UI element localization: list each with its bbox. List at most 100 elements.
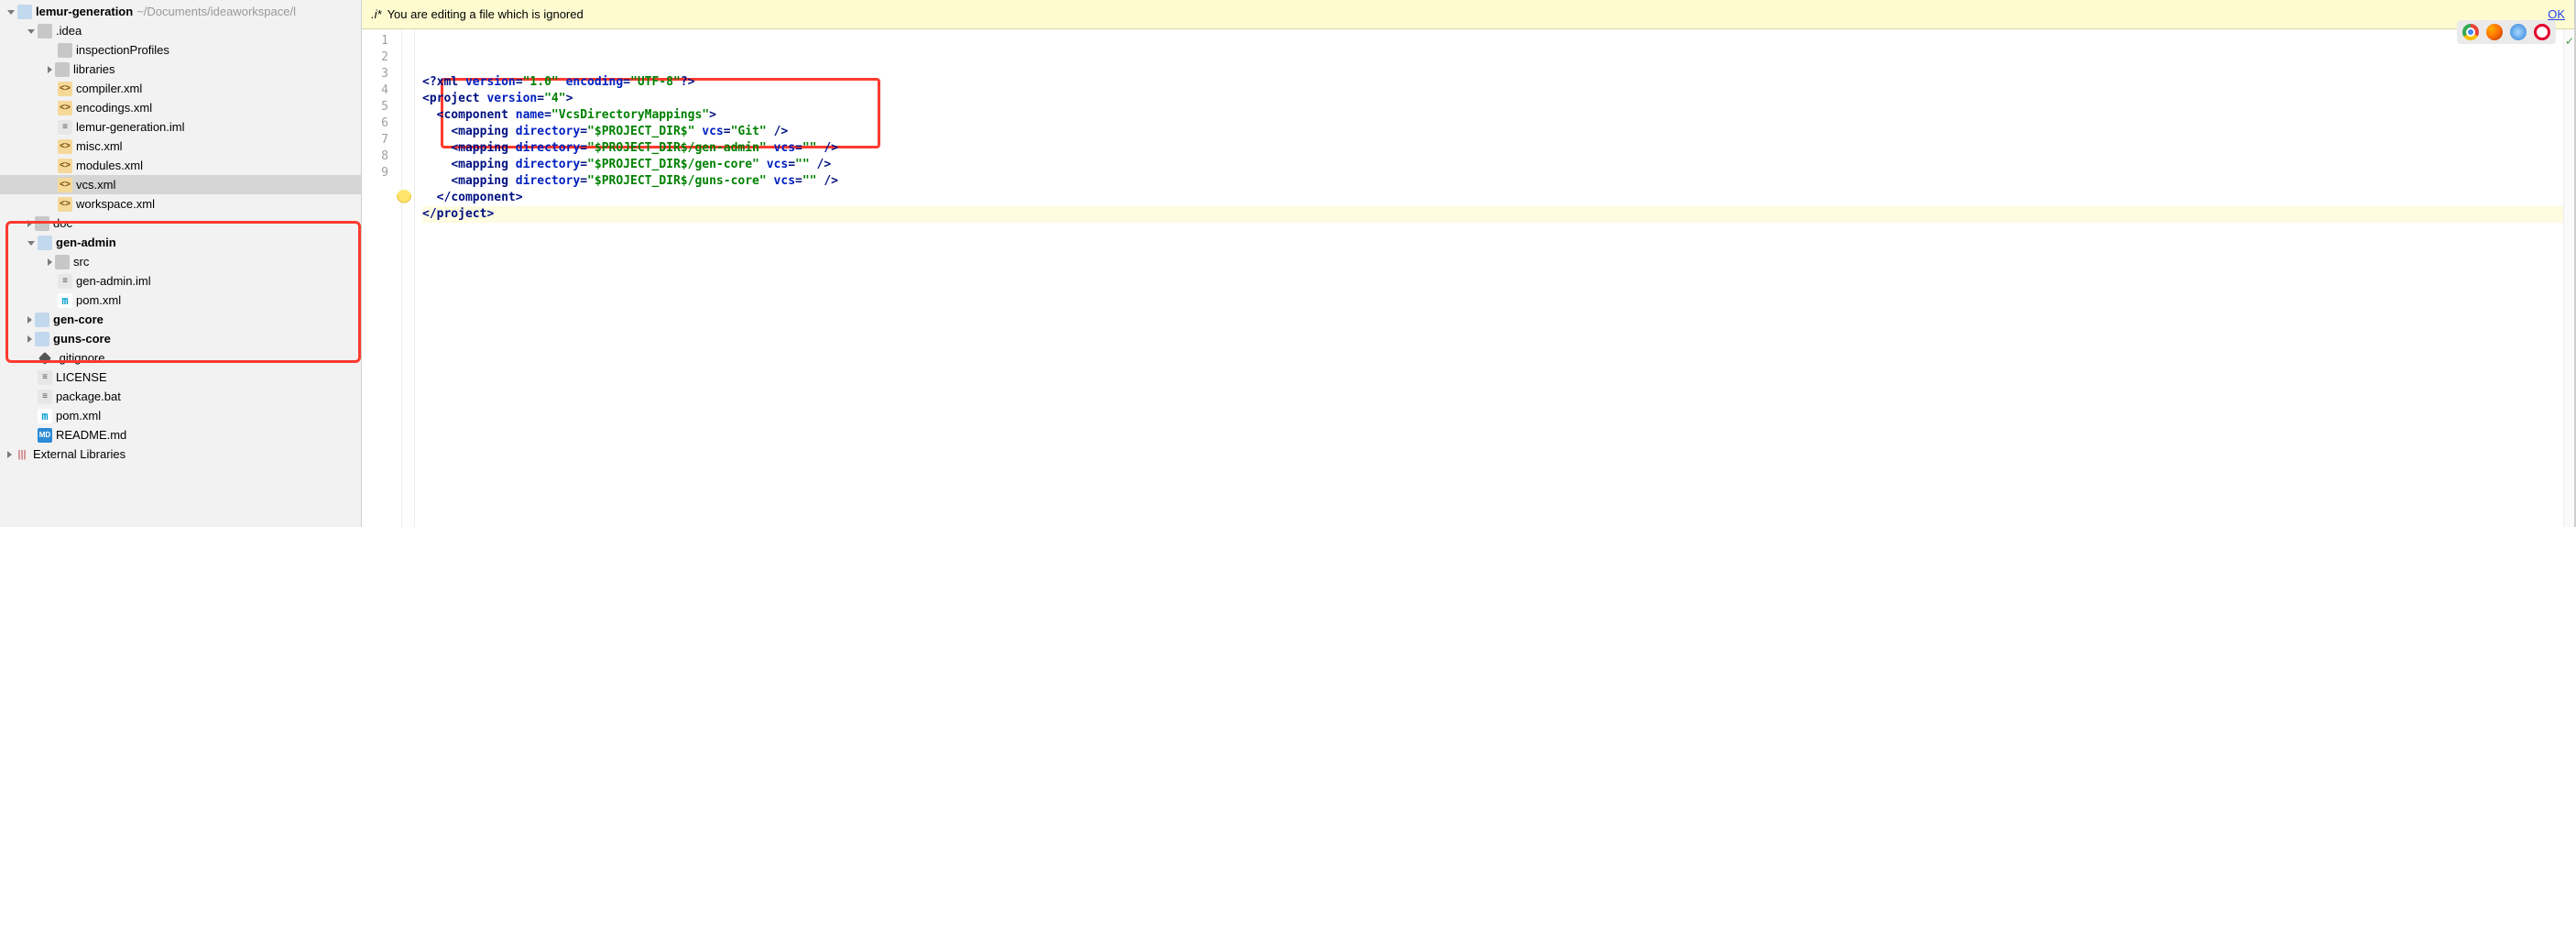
diamond-icon [38, 351, 51, 364]
banner-message: You are editing a file which is ignored [387, 7, 584, 21]
code-text[interactable]: <?xml version="1.0" encoding="UTF-8"?><p… [415, 29, 2563, 527]
disclosure-arrow[interactable] [48, 258, 52, 266]
code-line[interactable]: </project> [422, 206, 2563, 223]
tree-item-readme-md[interactable]: MDREADME.md [0, 425, 361, 445]
code-line[interactable]: </component> [422, 190, 2563, 206]
tree-item-src[interactable]: src [0, 252, 361, 271]
disclosure-arrow [27, 432, 35, 439]
chrome-icon[interactable] [2462, 24, 2479, 40]
tree-item--gitignore[interactable]: .gitignore [0, 348, 361, 368]
tree-item-label: compiler.xml [76, 82, 142, 95]
tree-item-guns-core[interactable]: guns-core [0, 329, 361, 348]
tree-item-gen-admin-iml[interactable]: ≡gen-admin.iml [0, 271, 361, 291]
line-number: 1 [362, 33, 401, 49]
disclosure-arrow [48, 124, 55, 131]
tree-item-inspectionprofiles[interactable]: inspectionProfiles [0, 40, 361, 60]
tree-item-pom-xml[interactable]: mpom.xml [0, 291, 361, 310]
fold-strip[interactable] [402, 29, 415, 527]
disclosure-arrow [48, 143, 55, 150]
banner-filename: .i* [371, 7, 382, 21]
disclosure-arrow[interactable] [7, 451, 12, 458]
tree-item-label: inspectionProfiles [76, 43, 169, 57]
tree-item-path: ~/Documents/ideaworkspace/l [136, 5, 296, 18]
tree-item-label: LICENSE [56, 370, 107, 384]
tree-item-compiler-xml[interactable]: <> compiler.xml [0, 79, 361, 98]
disclosure-arrow[interactable] [7, 10, 15, 15]
xml-icon: <> [58, 178, 72, 192]
disclosure-arrow [48, 278, 55, 285]
tree-item-label: package.bat [56, 390, 121, 403]
tree-item-vcs-xml[interactable]: <>vcs.xml [0, 175, 361, 194]
tree-item-label: External Libraries [33, 447, 126, 461]
iml-icon: ≡ [58, 120, 72, 135]
tree-item-gen-admin[interactable]: gen-admin [0, 233, 361, 252]
disclosure-arrow [48, 47, 55, 54]
disclosure-arrow[interactable] [27, 220, 32, 227]
extlib-icon: ||| [15, 447, 29, 462]
folder-icon [35, 332, 49, 346]
folder-icon [35, 313, 49, 327]
code-line[interactable]: <?xml version="1.0" encoding="UTF-8"?> [422, 74, 2563, 91]
disclosure-arrow [48, 162, 55, 170]
line-number: 7 [362, 132, 401, 148]
tree-item-label: lemur-generation [36, 5, 133, 18]
project-tree-panel[interactable]: lemur-generation~/Documents/ideaworkspac… [0, 0, 362, 527]
tree-item-libraries[interactable]: libraries [0, 60, 361, 79]
disclosure-arrow [27, 412, 35, 420]
tree-item-encodings-xml[interactable]: <>encodings.xml [0, 98, 361, 117]
txt-icon: ≡ [38, 370, 52, 385]
tree-item-label: pom.xml [56, 409, 101, 423]
tree-item-label: lemur-generation.iml [76, 120, 185, 134]
xml-icon: <> [58, 82, 72, 96]
disclosure-arrow[interactable] [48, 66, 52, 73]
open-in-browser-toolbar [2457, 20, 2556, 44]
tree-item-misc-xml[interactable]: <>misc.xml [0, 137, 361, 156]
code-line[interactable]: <mapping directory="$PROJECT_DIR$/gen-co… [422, 157, 2563, 173]
line-number: 6 [362, 115, 401, 132]
tree-item-external-libraries[interactable]: ||| External Libraries [0, 445, 361, 464]
disclosure-arrow [48, 201, 55, 208]
tree-item-lemur-generation-iml[interactable]: ≡ lemur-generation.iml [0, 117, 361, 137]
line-number: 8 [362, 148, 401, 165]
code-line[interactable]: <mapping directory="$PROJECT_DIR$" vcs="… [422, 124, 2563, 140]
tree-item--idea[interactable]: .idea [0, 21, 361, 40]
firefox-icon[interactable] [2486, 24, 2503, 40]
notification-banner: .i* You are editing a file which is igno… [362, 0, 2574, 29]
tree-item-lemur-generation[interactable]: lemur-generation~/Documents/ideaworkspac… [0, 2, 361, 21]
tree-item-modules-xml[interactable]: <>modules.xml [0, 156, 361, 175]
intention-bulb-icon[interactable] [397, 190, 411, 204]
disclosure-arrow[interactable] [27, 316, 32, 324]
tree-item-label: README.md [56, 428, 126, 442]
tree-item-workspace-xml[interactable]: <>workspace.xml [0, 194, 361, 214]
safari-icon[interactable] [2510, 24, 2527, 40]
line-number: 3 [362, 66, 401, 82]
analysis-ok-icon: ✓ [2565, 35, 2574, 48]
tree-item-label: pom.xml [76, 293, 121, 307]
disclosure-arrow[interactable] [27, 335, 32, 343]
line-number: 9 [362, 165, 401, 181]
disclosure-arrow [27, 393, 35, 401]
code-line[interactable]: <project version="4"> [422, 91, 2563, 107]
tree-item-package-bat[interactable]: ≡package.bat [0, 387, 361, 406]
tree-item-license[interactable]: ≡ LICENSE [0, 368, 361, 387]
disclosure-arrow[interactable] [27, 29, 35, 34]
tree-item-label: libraries [73, 62, 115, 76]
banner-ok-link[interactable]: OK [2548, 7, 2565, 21]
tree-item-gen-core[interactable]: gen-core [0, 310, 361, 329]
code-line[interactable]: <mapping directory="$PROJECT_DIR$/guns-c… [422, 173, 2563, 190]
code-line[interactable]: <mapping directory="$PROJECT_DIR$/gen-ad… [422, 140, 2563, 157]
folder-grey-icon [35, 216, 49, 231]
marker-strip[interactable]: ✓ [2563, 29, 2574, 527]
disclosure-arrow [48, 297, 55, 304]
tree-item-pom-xml[interactable]: mpom.xml [0, 406, 361, 425]
disclosure-arrow[interactable] [27, 241, 35, 246]
tree-item-label: workspace.xml [76, 197, 155, 211]
tree-item-label: gen-admin.iml [76, 274, 151, 288]
tree-item-label: gen-core [53, 313, 104, 326]
tree-item-doc[interactable]: doc [0, 214, 361, 233]
xml-icon: <> [58, 159, 72, 173]
code-line[interactable]: <component name="VcsDirectoryMappings"> [422, 107, 2563, 124]
code-area[interactable]: 123456789 <?xml version="1.0" encoding="… [362, 29, 2574, 527]
opera-icon[interactable] [2534, 24, 2550, 40]
folder-grey-icon [55, 255, 70, 269]
